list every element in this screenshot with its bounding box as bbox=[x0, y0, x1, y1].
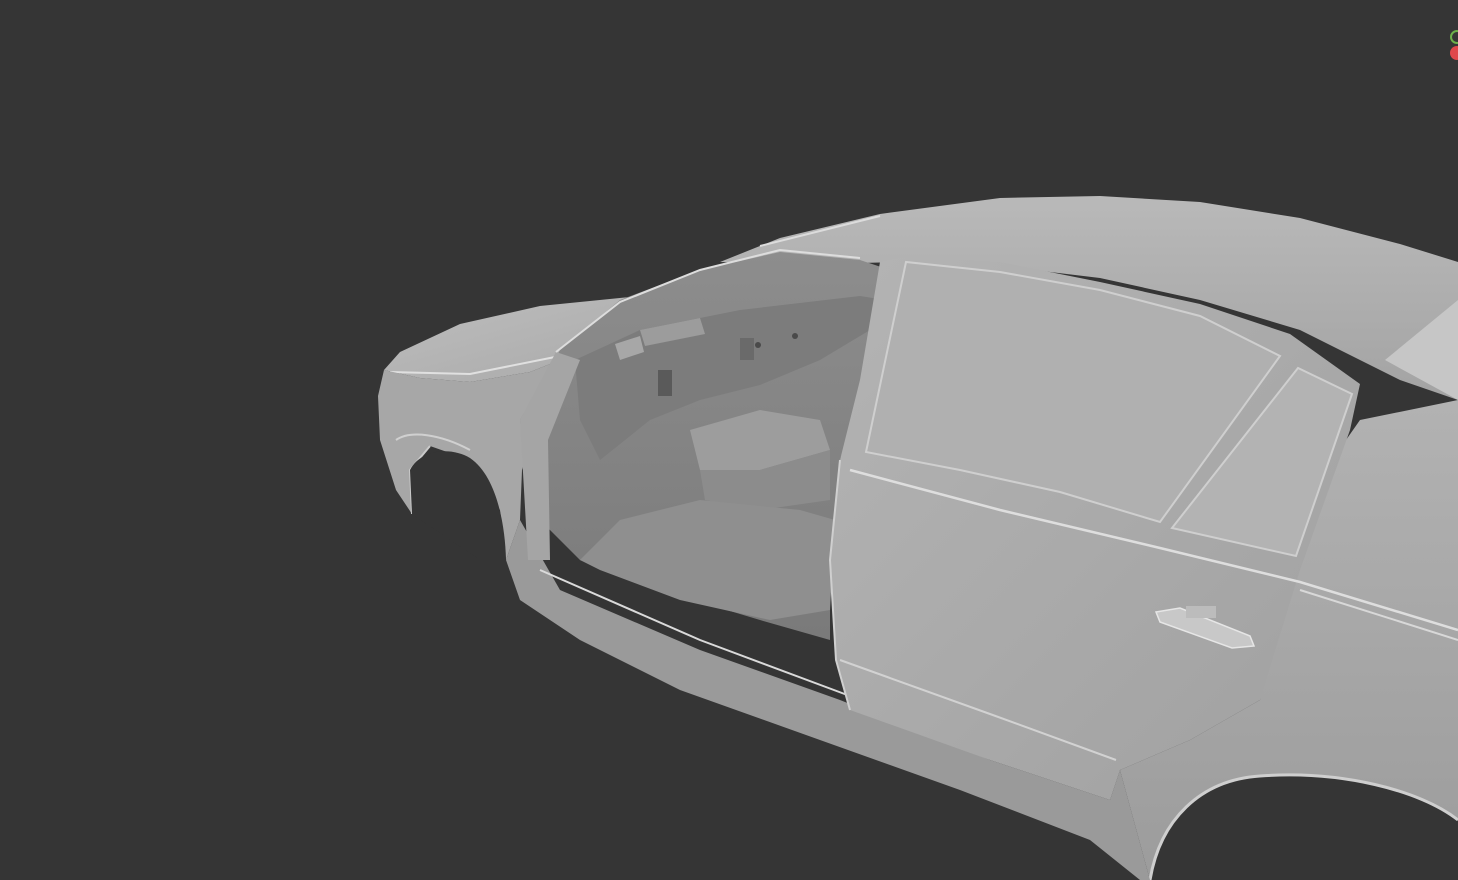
car-model-render[interactable] bbox=[0, 0, 1458, 880]
air-vent bbox=[658, 370, 672, 396]
y-axis-handle-icon[interactable] bbox=[1450, 30, 1458, 44]
x-axis-handle-icon[interactable] bbox=[1450, 46, 1458, 60]
axis-gizmo[interactable] bbox=[1440, 26, 1458, 66]
3d-viewport[interactable] bbox=[0, 0, 1458, 880]
